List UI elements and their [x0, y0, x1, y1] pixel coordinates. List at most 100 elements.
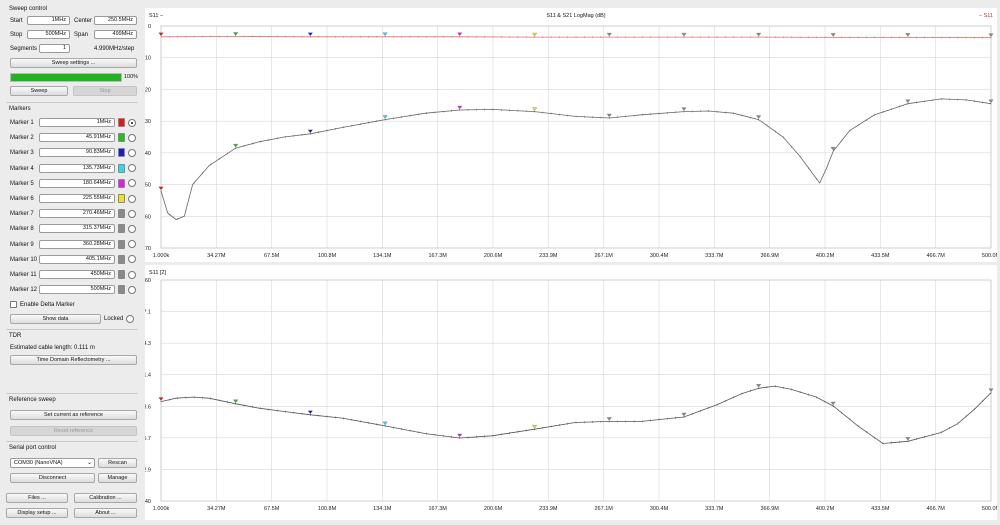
- marker-color-button[interactable]: [118, 209, 125, 219]
- step-text: 4.990MHz/step: [94, 46, 135, 52]
- manage-button[interactable]: Manage: [98, 473, 137, 483]
- chart-title: S11 & S21 LogMag (dB): [546, 13, 605, 19]
- y-tick-label: -50: [145, 183, 151, 189]
- marker-triangle: [681, 32, 687, 37]
- stop-sweep-button[interactable]: Stop: [73, 86, 137, 96]
- marker-color-button[interactable]: [118, 224, 125, 234]
- marker-active-radio[interactable]: [128, 270, 136, 279]
- marker-triangle: [830, 401, 836, 406]
- marker-frequency-input[interactable]: 360.28MHz: [39, 239, 115, 249]
- marker-triangle: [457, 433, 463, 438]
- about-button[interactable]: About ...: [74, 508, 137, 518]
- x-tick-label: 134.1M: [373, 253, 392, 259]
- marker-active-radio[interactable]: [128, 285, 136, 294]
- marker-active-radio[interactable]: [128, 224, 136, 233]
- marker-frequency-input[interactable]: 90.83MHz: [39, 148, 115, 158]
- marker-frequency-input[interactable]: 270.46MHz: [39, 209, 115, 219]
- marker-triangle: [233, 143, 239, 148]
- rescan-button[interactable]: Rescan: [98, 458, 137, 468]
- calibration-button[interactable]: Calibration ...: [74, 493, 137, 503]
- marker-frequency-input[interactable]: 405.1MHz: [39, 254, 115, 264]
- chart-legend: − S11: [979, 13, 993, 19]
- delta-marker-checkbox[interactable]: [10, 301, 17, 308]
- x-tick-label: 1.000k: [153, 506, 170, 512]
- marker-active-radio[interactable]: [128, 240, 136, 249]
- segments-label: Segments: [10, 46, 38, 52]
- sweep-control-title: Sweep control: [9, 6, 48, 12]
- marker-frequency-input[interactable]: 225.55MHz: [39, 194, 115, 203]
- y-tick-label: -20: [145, 87, 151, 93]
- marker-color-button[interactable]: [118, 148, 125, 158]
- segments-input[interactable]: 1: [39, 44, 70, 53]
- x-tick-label: 500.0M: [982, 253, 997, 259]
- center-input[interactable]: 250.5MHz: [94, 16, 137, 25]
- start-label: Start: [10, 18, 23, 24]
- marker-triangle: [830, 33, 836, 37]
- marker-frequency-input[interactable]: 45.91MHz: [39, 133, 115, 143]
- x-tick-label: 167.3M: [428, 506, 447, 512]
- span-label: Span: [74, 32, 89, 38]
- display-setup-button[interactable]: Display setup ...: [6, 508, 68, 518]
- marker-triangle: [756, 384, 762, 388]
- marker-triangle: [158, 32, 164, 37]
- marker-color-button[interactable]: [118, 178, 125, 188]
- files-button[interactable]: Files ...: [6, 493, 68, 503]
- marker-color-button[interactable]: [118, 285, 125, 295]
- marker-triangle: [233, 399, 239, 404]
- marker-frequency-input[interactable]: 1MHz: [39, 118, 115, 127]
- marker-frequency-input[interactable]: 450MHz: [39, 270, 115, 279]
- marker-label: Marker 11: [10, 272, 37, 278]
- x-tick-label: 300.4M: [650, 253, 669, 259]
- marker-color-button[interactable]: [118, 133, 125, 143]
- x-tick-label: 433.5M: [871, 253, 890, 259]
- stop-input[interactable]: 500MHz: [27, 30, 70, 39]
- locked-radio[interactable]: [126, 315, 134, 323]
- marker-color-button[interactable]: [118, 239, 125, 249]
- logmag-chart[interactable]: 1.000k 34.27M 67.5M 100.8M 134.1M 167.3M 200.6…: [143, 8, 1000, 262]
- y-tick-label: -40: [145, 151, 151, 157]
- marker-frequency-input[interactable]: 135.73MHz: [39, 163, 115, 173]
- x-tick-label: 1.000k: [153, 253, 170, 259]
- x-tick-label: 366.9M: [760, 253, 779, 259]
- marker-active-radio[interactable]: [128, 133, 136, 142]
- set-reference-button[interactable]: Set current as reference: [10, 410, 137, 420]
- marker-color-button[interactable]: [118, 118, 125, 127]
- marker-color-button[interactable]: [118, 254, 125, 264]
- chart-corner-label: S11 −: [149, 13, 163, 19]
- marker-triangle: [382, 115, 388, 119]
- x-tick-label: 233.9M: [539, 253, 558, 259]
- marker-color-button[interactable]: [118, 163, 125, 173]
- nanovna-window: Sweep control Start 1MHz Center 250.5MHz…: [0, 0, 1000, 525]
- marker-triangle: [905, 33, 911, 37]
- marker-active-radio[interactable]: [128, 194, 136, 203]
- marker-color-button[interactable]: [118, 194, 125, 203]
- span-input[interactable]: 499MHz: [94, 30, 137, 39]
- marker-label: Marker 4: [10, 165, 34, 172]
- marker-active-radio[interactable]: [128, 255, 136, 264]
- marker-triangle: [158, 397, 164, 401]
- disconnect-button[interactable]: Disconnect: [10, 473, 95, 483]
- marker-active-radio[interactable]: [128, 164, 136, 173]
- start-input[interactable]: 1MHz: [27, 16, 70, 25]
- marker-triangle: [905, 99, 911, 103]
- marker-frequency-input[interactable]: 180.64MHz: [39, 178, 115, 188]
- marker-active-radio[interactable]: [128, 179, 136, 188]
- marker-active-radio[interactable]: [128, 118, 136, 127]
- port-select[interactable]: COM30 (NanoVNA) ⌄: [10, 458, 95, 468]
- marker-active-radio[interactable]: [128, 148, 136, 157]
- x-tick-label: 366.9M: [760, 506, 779, 512]
- x-tick-label: 433.5M: [871, 506, 890, 512]
- marker-frequency-input[interactable]: 315.37MHz: [39, 224, 115, 234]
- show-data-button[interactable]: Show data: [10, 314, 101, 324]
- cable-length-text: Estimated cable length: 0.111 m: [10, 345, 95, 351]
- marker-triangle: [532, 32, 538, 37]
- phase-chart[interactable]: 1.000k 34.27M 67.5M 100.8M 134.1M 167.3M 200.6…: [140, 265, 1000, 520]
- marker-color-button[interactable]: [118, 270, 125, 279]
- x-tick-label: 267.1M: [594, 506, 613, 512]
- marker-active-radio[interactable]: [128, 209, 136, 218]
- sweep-button[interactable]: Sweep: [10, 86, 68, 96]
- tdr-button[interactable]: Time Domain Reflectometry ...: [10, 355, 137, 365]
- sweep-settings-button[interactable]: Sweep settings ...: [10, 58, 137, 68]
- marker-frequency-input[interactable]: 500MHz: [39, 285, 115, 295]
- reset-reference-button[interactable]: Reset reference: [10, 426, 137, 436]
